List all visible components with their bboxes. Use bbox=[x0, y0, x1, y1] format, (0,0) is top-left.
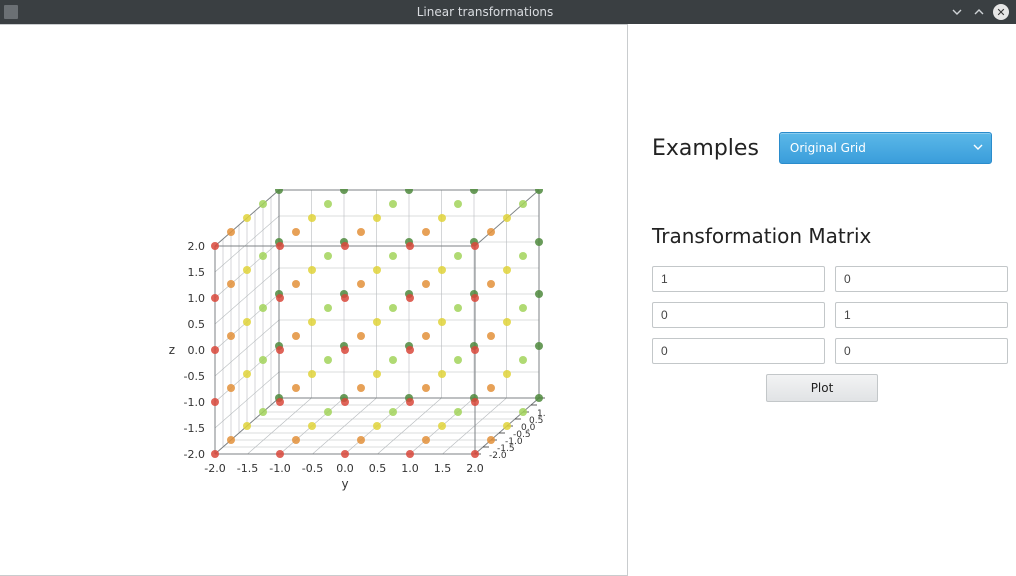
svg-text:1.0: 1.0 bbox=[537, 409, 545, 419]
examples-heading: Examples bbox=[652, 136, 759, 161]
workspace: -2.0-1.5-1.0-0.50.00.51.01.52.0-2.0-1.5-… bbox=[0, 24, 1016, 576]
matrix-input-0-1[interactable] bbox=[835, 266, 1008, 292]
app-icon bbox=[4, 5, 18, 19]
side-panel: Examples Original Grid Transformation Ma… bbox=[628, 24, 1016, 576]
close-button[interactable]: ✕ bbox=[990, 1, 1012, 23]
svg-text:y: y bbox=[341, 477, 348, 491]
minimize-button[interactable] bbox=[946, 1, 968, 23]
plot-canvas[interactable]: -2.0-1.5-1.0-0.50.00.51.01.52.0-2.0-1.5-… bbox=[10, 39, 617, 561]
examples-dropdown[interactable]: Original Grid bbox=[779, 132, 992, 164]
matrix-heading: Transformation Matrix bbox=[652, 224, 992, 248]
plot-3d: -2.0-1.5-1.0-0.50.00.51.01.52.0-2.0-1.5-… bbox=[115, 189, 545, 519]
matrix-grid bbox=[652, 266, 992, 364]
svg-text:1.0: 1.0 bbox=[188, 292, 206, 305]
svg-text:-0.5: -0.5 bbox=[302, 462, 323, 475]
dropdown-value: Original Grid bbox=[790, 141, 866, 155]
svg-text:2.0: 2.0 bbox=[188, 240, 206, 253]
plot-pane: -2.0-1.5-1.0-0.50.00.51.01.52.0-2.0-1.5-… bbox=[0, 24, 628, 576]
svg-text:-1.5: -1.5 bbox=[184, 422, 205, 435]
svg-text:-1.5: -1.5 bbox=[237, 462, 258, 475]
svg-text:0.5: 0.5 bbox=[369, 462, 387, 475]
svg-text:1.5: 1.5 bbox=[434, 462, 452, 475]
matrix-input-2-0[interactable] bbox=[652, 338, 825, 364]
svg-text:0.0: 0.0 bbox=[188, 344, 206, 357]
close-icon: ✕ bbox=[993, 4, 1009, 20]
svg-text:-1.0: -1.0 bbox=[269, 462, 290, 475]
chevron-down-icon bbox=[952, 7, 962, 17]
svg-text:1.0: 1.0 bbox=[401, 462, 419, 475]
svg-text:2.0: 2.0 bbox=[466, 462, 484, 475]
svg-text:z: z bbox=[169, 343, 175, 357]
svg-text:1.5: 1.5 bbox=[188, 266, 206, 279]
svg-text:0.0: 0.0 bbox=[336, 462, 354, 475]
svg-text:-2.0: -2.0 bbox=[204, 462, 225, 475]
window-title: Linear transformations bbox=[24, 5, 946, 19]
svg-text:0.5: 0.5 bbox=[188, 318, 206, 331]
matrix-input-2-1[interactable] bbox=[835, 338, 1008, 364]
matrix-input-1-1[interactable] bbox=[835, 302, 1008, 328]
svg-text:-0.5: -0.5 bbox=[184, 370, 205, 383]
window-titlebar: Linear transformations ✕ bbox=[0, 0, 1016, 24]
svg-text:-2.0: -2.0 bbox=[184, 448, 205, 461]
chevron-up-icon bbox=[974, 7, 984, 17]
maximize-button[interactable] bbox=[968, 1, 990, 23]
matrix-input-0-0[interactable] bbox=[652, 266, 825, 292]
svg-text:-1.0: -1.0 bbox=[184, 396, 205, 409]
matrix-input-1-0[interactable] bbox=[652, 302, 825, 328]
chevron-down-icon bbox=[973, 141, 983, 155]
plot-button[interactable]: Plot bbox=[766, 374, 878, 402]
plot-button-label: Plot bbox=[811, 381, 834, 395]
examples-row: Examples Original Grid bbox=[652, 132, 992, 164]
